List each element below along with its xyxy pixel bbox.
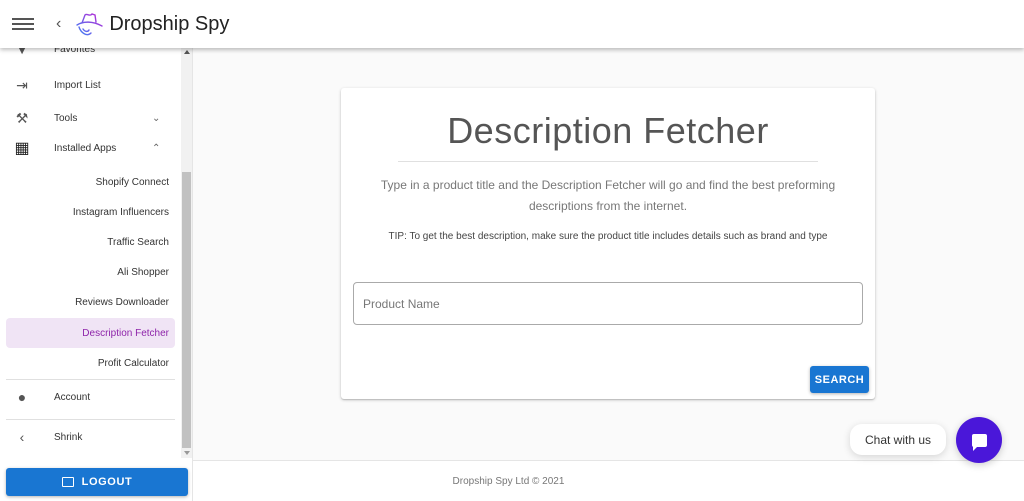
logout-icon (61, 477, 74, 487)
sidebar-item-label: Import List (54, 79, 101, 91)
sidebar-item-label: Favorites (54, 48, 96, 55)
sidebar-item-label: Tools (54, 112, 78, 124)
sidebar-scrollbar[interactable] (181, 48, 192, 458)
scroll-down-arrow-icon[interactable] (184, 451, 190, 455)
chevron-left-icon: ‹ (19, 429, 25, 445)
divider (6, 419, 175, 420)
hat-logo-icon (76, 13, 104, 36)
sidebar-nav: ▼ Favorites ⇥ Import List ⚒ Tools ⌄ ▦ In… (0, 48, 181, 458)
chat-button[interactable] (956, 417, 1002, 463)
import-icon: ⇥ (16, 76, 28, 93)
scroll-up-arrow-icon[interactable] (184, 50, 190, 54)
apps-grid-icon: ▦ (14, 140, 30, 157)
sidebar-item-import-list[interactable]: ⇥ Import List (0, 70, 181, 100)
sidebar-subitem-profit-calculator[interactable]: Profit Calculator (6, 348, 175, 378)
heart-icon: ▼ (15, 48, 29, 57)
sidebar-item-account[interactable]: ● Account (0, 382, 181, 412)
sidebar-subitem-traffic-search[interactable]: Traffic Search (6, 227, 175, 257)
person-icon: ● (17, 389, 27, 405)
top-app-bar: ‹ Dropship Spy (0, 0, 1024, 48)
tools-icon: ⚒ (15, 109, 29, 126)
sidebar-item-installed-apps[interactable]: ▦ Installed Apps ⌃ (0, 133, 181, 163)
chevron-down-icon: ⌄ (152, 112, 161, 124)
logout-button[interactable]: LOGOUT (6, 468, 188, 496)
tip-text: TIP: To get the best description, make s… (388, 231, 828, 242)
chat-bubble-icon (971, 433, 987, 451)
chevron-left-icon[interactable]: ‹ (56, 15, 61, 33)
sidebar-subitem-reviews-downloader[interactable]: Reviews Downloader (6, 287, 175, 317)
sidebar-subitem-shopify-connect[interactable]: Shopify Connect (6, 167, 175, 197)
sidebar-item-tools[interactable]: ⚒ Tools ⌄ (0, 103, 181, 133)
sidebar-item-label: Shrink (54, 431, 83, 443)
sidebar-subitem-instagram-influencers[interactable]: Instagram Influencers (6, 197, 175, 227)
chevron-up-icon: ⌃ (152, 142, 161, 154)
sidebar-item-label: Account (54, 391, 91, 403)
description-fetcher-card: Description Fetcher Type in a product ti… (341, 88, 875, 399)
main-content: Description Fetcher Type in a product ti… (193, 48, 1024, 460)
sidebar: ▼ Favorites ⇥ Import List ⚒ Tools ⌄ ▦ In… (0, 48, 193, 501)
sidebar-subitem-description-fetcher[interactable]: Description Fetcher (6, 318, 175, 348)
page-title: Description Fetcher (447, 110, 769, 151)
card-description: Type in a product title and the Descript… (380, 178, 836, 213)
sidebar-item-label: Installed Apps (54, 142, 117, 154)
sidebar-item-favorites[interactable]: ▼ Favorites (0, 48, 181, 64)
copyright-text: Dropship Spy Ltd © 2021 (452, 475, 565, 487)
sidebar-item-shrink[interactable]: ‹ Shrink (0, 422, 181, 452)
hamburger-menu-icon[interactable] (12, 18, 34, 30)
footer: Dropship Spy Ltd © 2021 (193, 460, 1024, 501)
logout-label: LOGOUT (81, 476, 133, 488)
title-divider (398, 161, 818, 162)
search-button[interactable]: SEARCH (810, 366, 869, 393)
chat-with-us-label[interactable]: Chat with us (850, 424, 946, 455)
product-name-input[interactable] (353, 282, 863, 325)
brand-name: Dropship Spy (109, 12, 230, 35)
scroll-thumb[interactable] (182, 172, 191, 448)
sidebar-subitem-ali-shopper[interactable]: Ali Shopper (6, 257, 175, 287)
divider (6, 379, 175, 380)
